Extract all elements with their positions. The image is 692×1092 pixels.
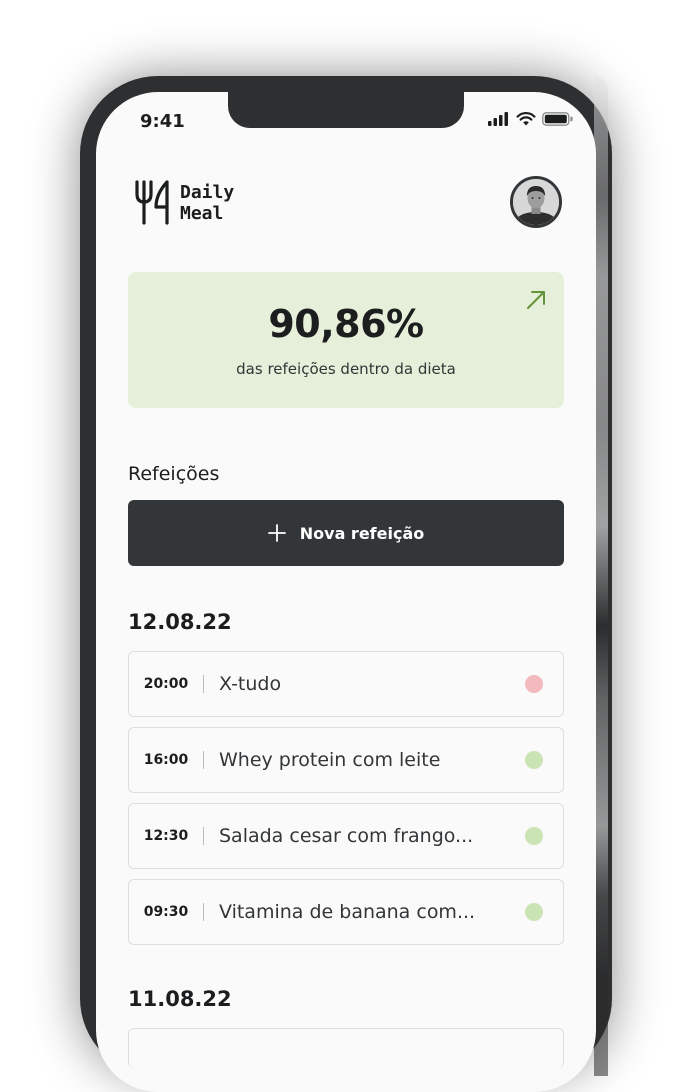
diet-status-dot — [525, 751, 543, 769]
meal-name: Salada cesar com frango... — [219, 825, 474, 847]
meal-time: 12:30 — [143, 828, 189, 844]
phone-notch — [228, 92, 464, 128]
meal-time: 20:00 — [143, 676, 189, 692]
meal-time: 16:00 — [143, 752, 189, 768]
diet-status-dot — [525, 827, 543, 845]
meals-section-title: Refeições — [128, 463, 220, 485]
diet-percentage-value: 90,86% — [268, 302, 424, 346]
fork-knife-icon — [135, 180, 169, 225]
avatar-photo — [513, 179, 559, 225]
phone-edge-reflection — [594, 76, 608, 1076]
diet-status-dot — [525, 903, 543, 921]
user-avatar[interactable] — [510, 176, 562, 228]
new-meal-button[interactable]: Nova refeição — [128, 500, 564, 566]
day-date: 11.08.22 — [128, 987, 232, 1011]
app-logo: Daily Meal — [134, 180, 234, 226]
meal-item-partial[interactable] — [128, 1028, 564, 1068]
app-screen: 9:41 Daily Meal 90,86% das refeições den… — [96, 92, 596, 1092]
diet-status-dot — [525, 675, 543, 693]
meal-name: Vitamina de banana com... — [219, 901, 476, 923]
meal-item[interactable]: 16:00 Whey protein com leite — [128, 727, 564, 793]
wifi-icon — [516, 112, 536, 126]
day-date: 12.08.22 — [128, 610, 232, 634]
status-time: 9:41 — [140, 111, 185, 132]
battery-icon — [542, 112, 573, 126]
logo-line-2: Meal — [180, 203, 224, 224]
diet-percentage-description: das refeições dentro da dieta — [236, 360, 456, 378]
meal-name: X-tudo — [219, 673, 282, 695]
new-meal-button-label: Nova refeição — [299, 523, 425, 543]
meal-name: Whey protein com leite — [219, 749, 441, 771]
cellular-signal-icon — [488, 112, 508, 126]
diet-percentage-card[interactable]: 90,86% das refeições dentro da dieta — [128, 272, 564, 408]
meal-item[interactable]: 09:30 Vitamina de banana com... — [128, 879, 564, 945]
meal-item[interactable]: 20:00 X-tudo — [128, 651, 564, 717]
status-icons — [488, 112, 574, 126]
plus-icon — [267, 524, 286, 542]
logo-line-1: Daily — [180, 182, 235, 203]
meal-item[interactable]: 12:30 Salada cesar com frango... — [128, 803, 564, 869]
meal-time: 09:30 — [143, 904, 189, 920]
